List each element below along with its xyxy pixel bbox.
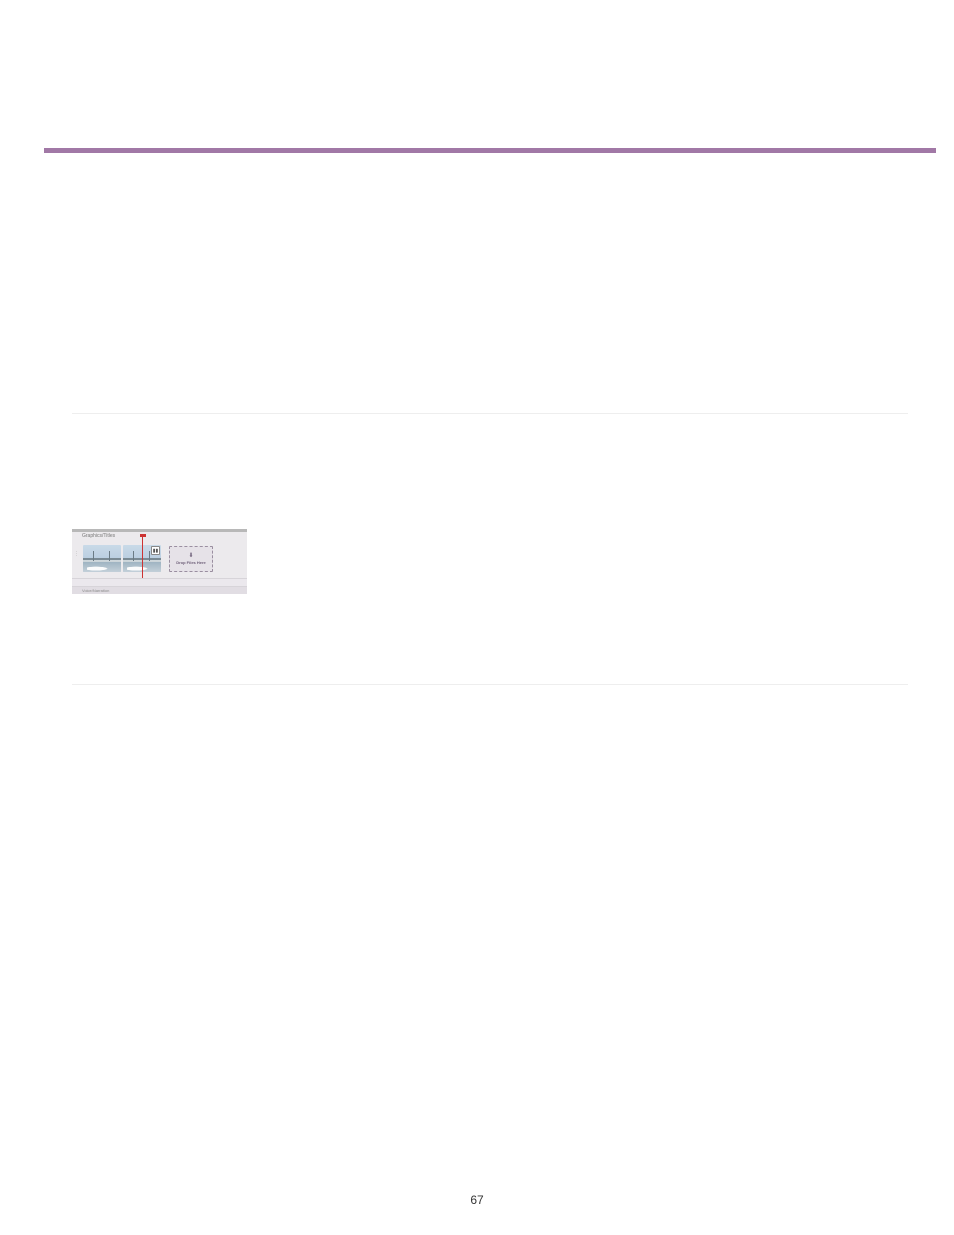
transition-badge-icon[interactable]: ▮▮ [151, 546, 160, 555]
audio-track-row[interactable] [72, 578, 247, 586]
narration-track-row[interactable]: Voice/Narration [72, 586, 247, 594]
track-label: Voice/Narration [82, 588, 109, 593]
header-rule [44, 148, 936, 153]
page-number: 67 [0, 1193, 954, 1207]
timeline-figure: Graphics/Titles ⋮⋮ ▮▮ ⬇ Drop Files Here [72, 529, 247, 594]
section-divider-2 [72, 684, 908, 685]
download-icon: ⬇ [188, 553, 193, 559]
section-divider-1 [72, 413, 908, 414]
drop-label: Drop Files Here [176, 560, 206, 565]
clip-thumbnail[interactable] [83, 545, 121, 572]
track-label: Graphics/Titles [82, 533, 115, 539]
drop-files-target[interactable]: ⬇ Drop Files Here [169, 546, 213, 572]
